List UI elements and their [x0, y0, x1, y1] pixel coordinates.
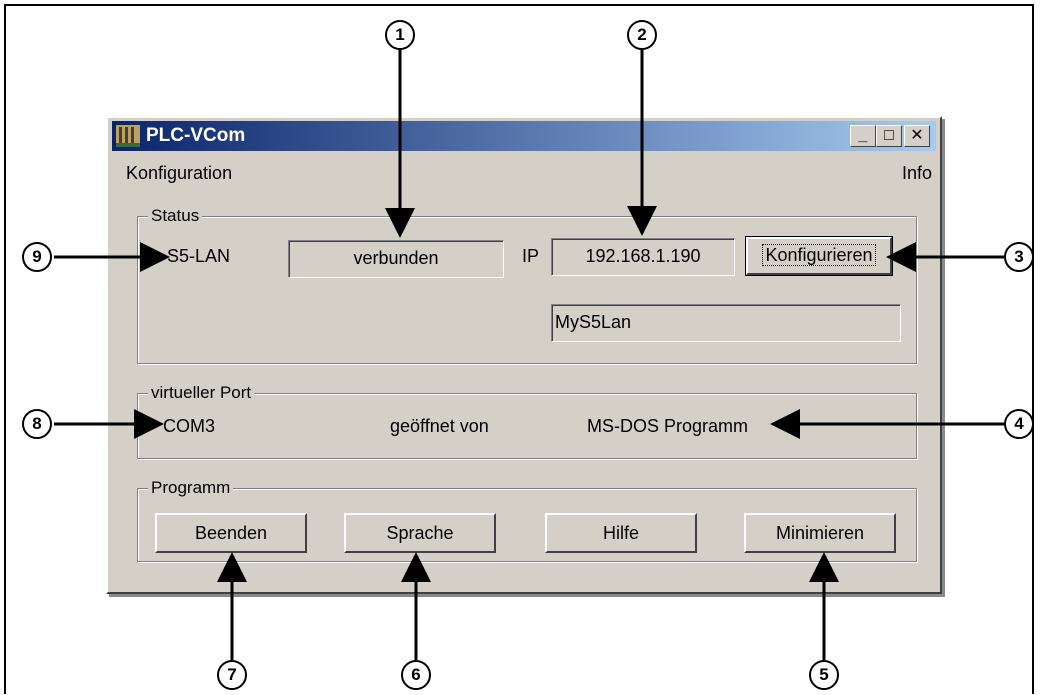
callout-8: 8 — [22, 409, 52, 439]
callout-7: 7 — [217, 660, 247, 690]
callout-9: 9 — [22, 242, 52, 272]
callout-1: 1 — [385, 20, 415, 50]
callout-6: 6 — [401, 660, 431, 690]
callout-4: 4 — [1004, 409, 1034, 439]
callout-arrows — [54, 50, 1004, 660]
callout-2: 2 — [627, 20, 657, 50]
callout-5: 5 — [809, 660, 839, 690]
callout-3: 3 — [1004, 242, 1034, 272]
